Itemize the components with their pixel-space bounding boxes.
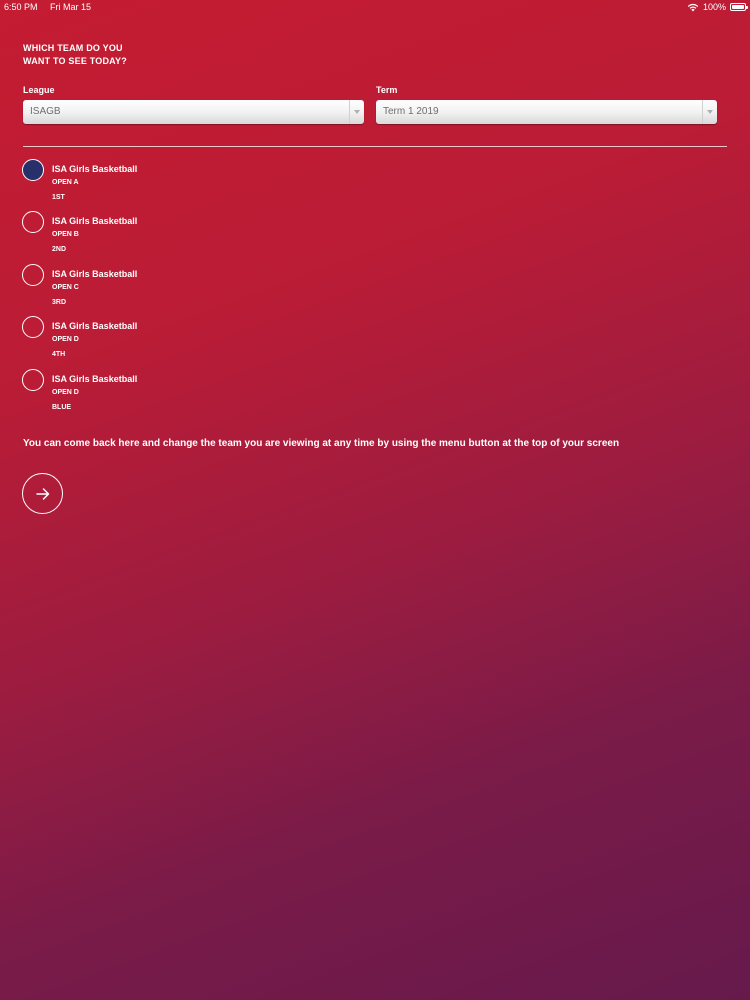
chevron-down-icon (354, 110, 360, 114)
team-rank: 3RD (52, 299, 67, 306)
team-rank: BLUE (52, 404, 72, 411)
team-rank: 1ST (52, 194, 65, 201)
team-division: OPEN D (52, 336, 79, 343)
team-division: OPEN A (52, 179, 79, 186)
team-division: OPEN D (52, 389, 79, 396)
wifi-icon (687, 3, 699, 11)
arrow-right-icon (35, 487, 49, 500)
team-name: ISA Girls Basketball (52, 269, 138, 279)
league-select-arrow[interactable] (349, 100, 364, 124)
term-select-value: Term 1 2019 (383, 106, 439, 117)
team-radio[interactable] (22, 159, 44, 181)
team-option[interactable]: ISA Girls Basketball OPEN B 2ND (22, 211, 322, 261)
status-date: Fri Mar 15 (50, 2, 92, 12)
team-option[interactable]: ISA Girls Basketball OPEN D BLUE (22, 369, 322, 419)
status-time: 6:50 PM (4, 2, 38, 12)
team-name: ISA Girls Basketball (52, 374, 138, 384)
league-label: League (23, 85, 55, 95)
team-radio[interactable] (22, 264, 44, 286)
chevron-down-icon (707, 110, 713, 114)
team-option[interactable]: ISA Girls Basketball OPEN A 1ST (22, 159, 322, 209)
team-division: OPEN B (52, 231, 79, 238)
team-division: OPEN C (52, 284, 79, 291)
page-title: WHICH TEAM DO YOU WANT TO SEE TODAY? (23, 42, 183, 68)
team-name: ISA Girls Basketball (52, 164, 138, 174)
term-label: Term (376, 85, 398, 95)
status-left: 6:50 PM Fri Mar 15 (4, 0, 101, 14)
page-title-line-1: WHICH TEAM DO YOU (23, 43, 123, 53)
team-option[interactable]: ISA Girls Basketball OPEN D 4TH (22, 316, 322, 366)
page-title-line-2: WANT TO SEE TODAY? (23, 56, 127, 66)
team-radio[interactable] (22, 211, 44, 233)
team-radio[interactable] (22, 369, 44, 391)
term-select[interactable]: Term 1 2019 (376, 100, 717, 124)
team-name: ISA Girls Basketball (52, 216, 138, 226)
team-rank: 4TH (52, 351, 66, 358)
team-option[interactable]: ISA Girls Basketball OPEN C 3RD (22, 264, 322, 314)
info-text: You can come back here and change the te… (23, 438, 620, 449)
battery-percent: 100% (702, 2, 726, 12)
term-select-arrow[interactable] (702, 100, 717, 124)
next-button[interactable] (22, 473, 63, 514)
divider (23, 146, 727, 147)
status-right: 100% (687, 0, 726, 14)
team-radio[interactable] (22, 316, 44, 338)
league-select-value: ISAGB (30, 106, 61, 117)
team-name: ISA Girls Basketball (52, 321, 138, 331)
team-rank: 2ND (52, 246, 67, 253)
status-bar: 6:50 PM Fri Mar 15 100% (0, 0, 750, 14)
league-select[interactable]: ISAGB (23, 100, 364, 124)
battery-icon (730, 3, 748, 11)
